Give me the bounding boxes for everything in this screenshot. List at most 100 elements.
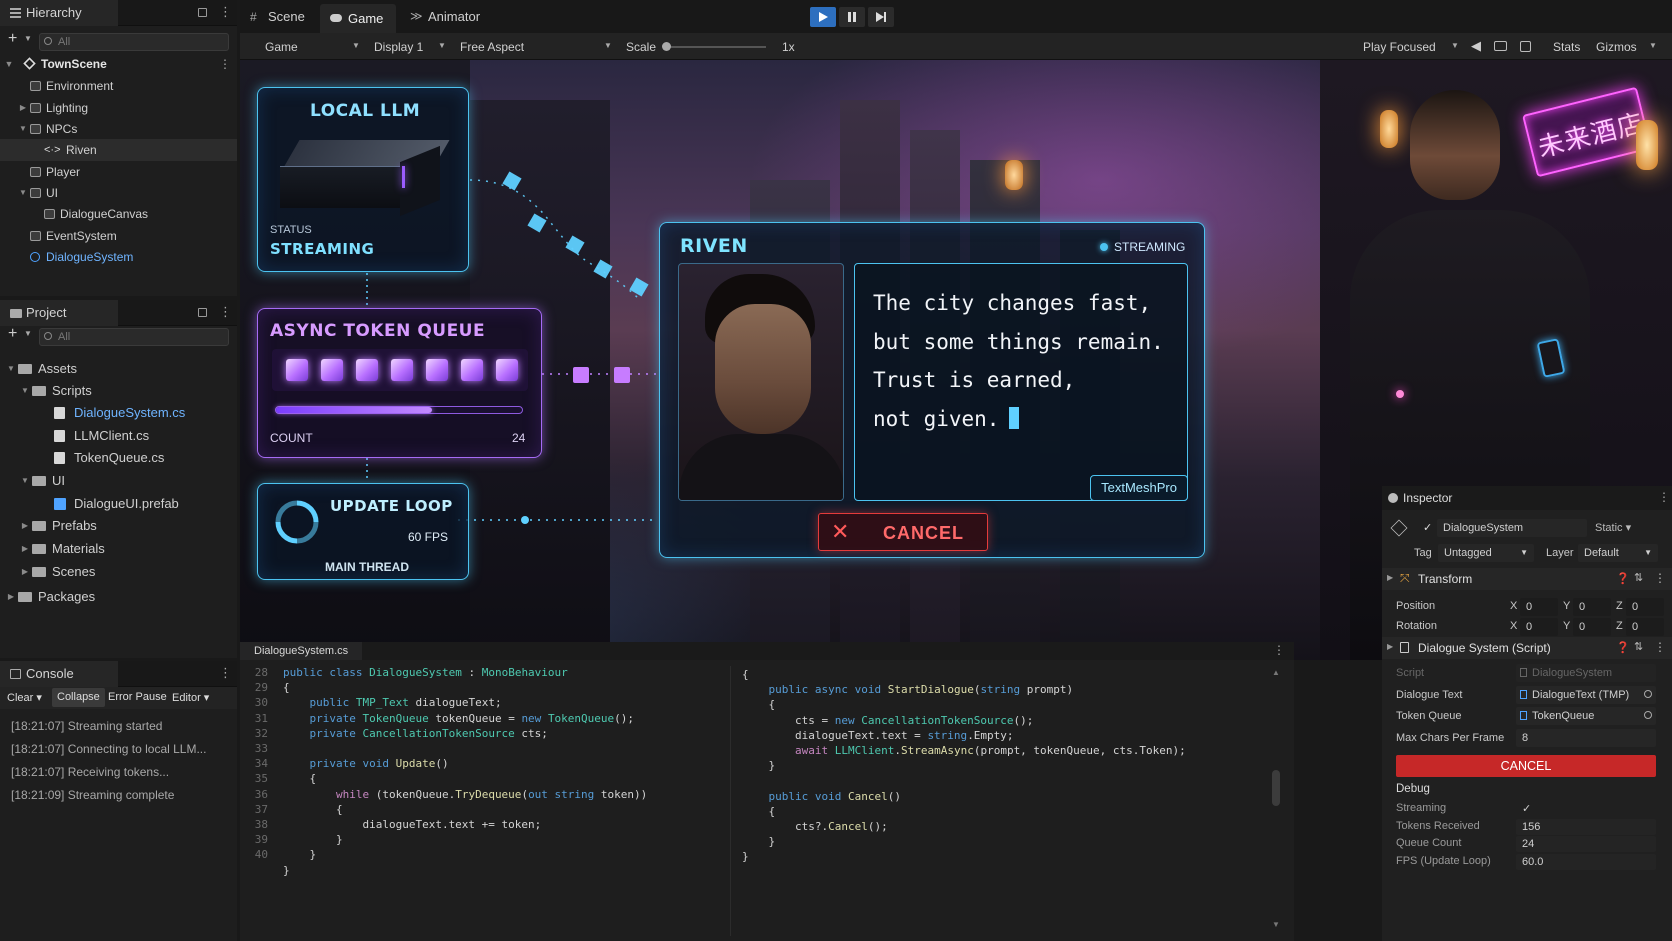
hierarchy-search-input[interactable]: All	[39, 33, 229, 51]
token-queue-field[interactable]: TokenQueue	[1516, 707, 1656, 725]
play-focused-dropdown[interactable]: Play Focused	[1363, 40, 1436, 54]
scrollbar-thumb[interactable]	[1272, 770, 1280, 806]
hierarchy-item[interactable]: DialogueSystem	[0, 246, 237, 268]
dialogue-cancel-button[interactable]: ✕ CANCEL	[818, 513, 988, 551]
display-dropdown[interactable]: Display 1	[374, 40, 423, 54]
active-checkbox[interactable]: ✓	[1423, 521, 1432, 534]
console-log-entry[interactable]: [18:21:07] Connecting to local LLM...	[11, 742, 206, 756]
console-log-entry[interactable]: [18:21:07] Receiving tokens...	[11, 765, 169, 779]
pause-button[interactable]	[839, 7, 865, 27]
editor-scrollbar[interactable]: ▲ ▼	[1271, 668, 1281, 930]
project-item[interactable]: ▶ Packages	[0, 586, 237, 608]
transform-header[interactable]: ▶ ⤧ Transform ❓ ⇅ ⋮	[1382, 568, 1672, 590]
collapse-arrow-icon[interactable]: ▶	[20, 561, 30, 583]
step-button[interactable]	[868, 7, 894, 27]
hierarchy-item[interactable]: EventSystem	[0, 225, 237, 247]
max-chars-field[interactable]: 8	[1516, 729, 1656, 747]
scale-slider-handle[interactable]	[662, 42, 671, 51]
project-item[interactable]: DialogueUI.prefab	[0, 493, 237, 515]
tab-project[interactable]: Project	[0, 300, 118, 326]
file-tab[interactable]: DialogueSystem.cs	[240, 642, 363, 660]
add-icon[interactable]: +	[8, 325, 17, 343]
collapse-arrow-icon[interactable]: ▶	[20, 538, 30, 560]
tab-console[interactable]: Console	[0, 661, 118, 687]
rotation-y-field[interactable]: 0	[1573, 618, 1611, 636]
rotation-z-field[interactable]: 0	[1626, 618, 1664, 636]
tab-hierarchy[interactable]: Hierarchy	[0, 0, 118, 26]
collapse-arrow-icon[interactable]: ▶	[6, 586, 16, 608]
tab-scene[interactable]: # Scene	[240, 0, 318, 33]
more-menu-icon[interactable]: ⋮	[219, 666, 232, 680]
dialogue-text-field[interactable]: DialogueText (TMP)	[1516, 686, 1656, 704]
position-z-field[interactable]: 0	[1626, 598, 1664, 616]
gizmo-toggle-icon[interactable]	[1520, 41, 1531, 52]
tag-dropdown[interactable]: Untagged ▼	[1438, 544, 1534, 562]
help-icon[interactable]: ❓	[1616, 572, 1630, 585]
position-x-field[interactable]: 0	[1520, 598, 1558, 616]
layer-dropdown[interactable]: Default ▼	[1578, 544, 1658, 562]
speaker-icon[interactable]: ◀	[1471, 38, 1481, 54]
preset-icon[interactable]: ⇅	[1634, 640, 1643, 653]
project-item[interactable]: ▼ Assets	[0, 358, 237, 380]
scene-row[interactable]: ▼ TownScene ⋮	[0, 53, 237, 75]
project-item[interactable]: ▼ Scripts	[0, 380, 237, 402]
hierarchy-item[interactable]: DialogueCanvas	[0, 203, 237, 225]
object-name-field[interactable]: DialogueSystem	[1437, 519, 1587, 537]
scene-menu-icon[interactable]: ⋮	[219, 53, 231, 75]
scroll-up-icon[interactable]: ▲	[1272, 668, 1280, 677]
expand-arrow-icon[interactable]: ▼	[18, 182, 28, 204]
lock-icon[interactable]	[198, 308, 207, 317]
more-menu-icon[interactable]: ⋮	[1273, 643, 1285, 657]
collapse-arrow-icon[interactable]: ▶	[20, 515, 30, 537]
project-item[interactable]: TokenQueue.cs	[0, 447, 237, 469]
more-menu-icon[interactable]: ⋮	[219, 5, 232, 19]
editor-dropdown[interactable]: Editor ▾	[172, 691, 209, 704]
preset-icon[interactable]: ⇅	[1634, 571, 1643, 584]
expand-arrow-icon[interactable]: ▼	[4, 53, 14, 75]
hierarchy-item[interactable]: <·> Riven	[0, 139, 237, 161]
script-component-header[interactable]: ▶ Dialogue System (Script) ❓ ⇅ ⋮	[1382, 637, 1672, 659]
console-log-entry[interactable]: [18:21:09] Streaming complete	[11, 788, 174, 802]
more-menu-icon[interactable]: ⋮	[219, 305, 232, 319]
component-menu-icon[interactable]: ⋮	[1654, 640, 1666, 654]
more-menu-icon[interactable]: ⋮	[1658, 490, 1670, 504]
help-icon[interactable]: ❓	[1616, 641, 1630, 654]
project-item[interactable]: ▶ Prefabs	[0, 515, 237, 537]
scroll-down-icon[interactable]: ▼	[1272, 920, 1280, 929]
code-right-column[interactable]: { public async void StartDialogue(string…	[742, 667, 1186, 865]
collapse-button[interactable]: Collapse	[52, 688, 105, 707]
tab-animator[interactable]: ≫ Animator	[400, 0, 490, 33]
hierarchy-item[interactable]: ▶ Lighting	[0, 97, 237, 119]
expand-arrow-icon[interactable]: ▼	[6, 358, 16, 380]
stats-button[interactable]: Stats	[1553, 40, 1580, 54]
collapse-arrow-icon[interactable]: ▶	[18, 97, 28, 119]
component-menu-icon[interactable]: ⋮	[1654, 571, 1666, 585]
hierarchy-item[interactable]: Player	[0, 161, 237, 183]
add-icon[interactable]: +	[8, 30, 17, 48]
project-item[interactable]: DialogueSystem.cs	[0, 402, 237, 424]
console-log-entry[interactable]: [18:21:07] Streaming started	[11, 719, 162, 733]
expand-arrow-icon[interactable]: ▼	[20, 380, 30, 402]
project-search-input[interactable]: All	[39, 328, 229, 346]
clear-button[interactable]: Clear ▾	[7, 691, 42, 704]
lock-icon[interactable]	[198, 8, 207, 17]
code-left-column[interactable]: public class DialogueSystem : MonoBehavi…	[283, 665, 647, 878]
hierarchy-item[interactable]: ▼ NPCs	[0, 118, 237, 140]
project-item[interactable]: ▼ UI	[0, 470, 237, 492]
play-button[interactable]	[810, 7, 836, 27]
aspect-dropdown[interactable]: Free Aspect	[460, 40, 524, 54]
tab-game[interactable]: Game	[320, 4, 396, 33]
chevron-down-icon[interactable]: ▼	[24, 329, 32, 338]
position-y-field[interactable]: 0	[1573, 598, 1611, 616]
stats-view-icon[interactable]	[1494, 41, 1507, 51]
display-mode-dropdown[interactable]: Game	[265, 40, 298, 54]
expand-arrow-icon[interactable]: ▼	[20, 470, 30, 492]
inspector-cancel-button[interactable]: CANCEL	[1396, 755, 1656, 777]
hierarchy-item[interactable]: Environment	[0, 75, 237, 97]
gizmos-button[interactable]: Gizmos	[1596, 40, 1637, 54]
hierarchy-item[interactable]: ▼ UI	[0, 182, 237, 204]
project-item[interactable]: ▶ Materials	[0, 538, 237, 560]
expand-arrow-icon[interactable]: ▼	[18, 118, 28, 140]
chevron-down-icon[interactable]: ▼	[24, 34, 32, 43]
project-item[interactable]: ▶ Scenes	[0, 561, 237, 583]
